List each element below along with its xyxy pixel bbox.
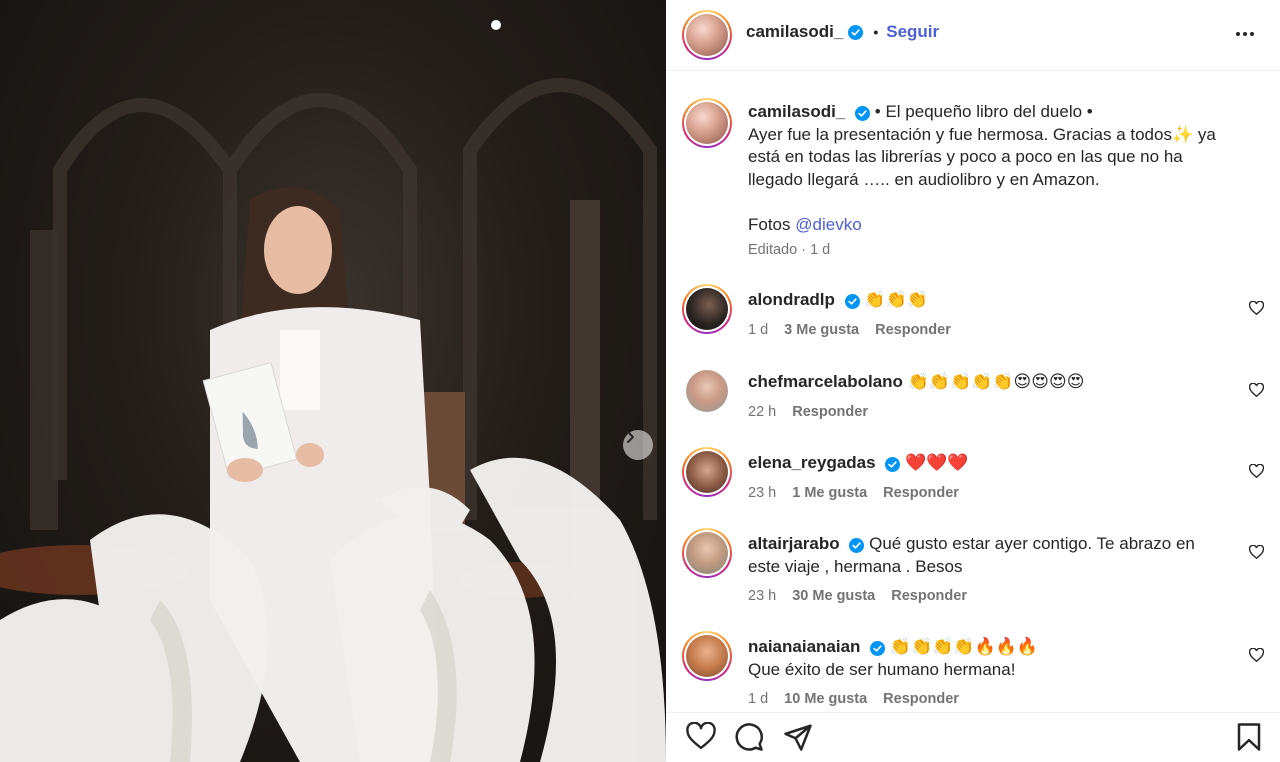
reply-button[interactable]: Responder: [891, 588, 967, 604]
separator-dot: •: [873, 24, 879, 40]
caption-body: Ayer fue la presentación y fue hermosa. …: [748, 124, 1216, 189]
comment-avatar[interactable]: [682, 284, 732, 334]
post-photo-artwork: [0, 20, 666, 762]
comment-text: alondradlp 👏👏👏: [748, 289, 1228, 312]
comment-avatar[interactable]: [682, 447, 732, 497]
comment-likes-count[interactable]: 1 Me gusta: [792, 485, 867, 501]
caption-username[interactable]: camilasodi_: [748, 102, 845, 121]
verified-badge-icon: [849, 537, 865, 554]
reply-button[interactable]: Responder: [792, 404, 868, 420]
comment-avatar[interactable]: [682, 631, 732, 681]
comment-likes-count[interactable]: 30 Me gusta: [792, 588, 875, 604]
comment-username[interactable]: alondradlp: [748, 290, 835, 309]
comment-body: 👏👏👏👏👏😍😍😍😍: [907, 372, 1085, 391]
author-avatar[interactable]: [682, 10, 732, 60]
next-photo-button[interactable]: [623, 430, 653, 460]
verified-badge-icon: [870, 640, 886, 657]
reply-button[interactable]: Responder: [883, 485, 959, 501]
comment-time: 23 h: [748, 485, 777, 501]
comment-meta: 23 h 30 Me gusta Responder: [748, 588, 967, 604]
bookmark-icon[interactable]: [1236, 722, 1262, 757]
comment-username[interactable]: altairjarabo: [748, 534, 840, 553]
reply-button[interactable]: Responder: [875, 322, 951, 338]
comment-body: ❤️❤️❤️: [905, 453, 969, 472]
comment-meta: 22 h Responder: [748, 404, 868, 420]
verified-badge-icon: [848, 24, 864, 40]
verified-badge-icon: [885, 456, 901, 473]
heart-icon[interactable]: [686, 721, 716, 755]
like-comment-heart-icon[interactable]: [1248, 300, 1265, 320]
comment-meta: 23 h 1 Me gusta Responder: [748, 485, 959, 501]
reply-button[interactable]: Responder: [883, 691, 959, 707]
caption-author-avatar[interactable]: [682, 98, 732, 148]
comment-likes-count[interactable]: 10 Me gusta: [784, 691, 867, 707]
photographer-mention-link[interactable]: @dievko: [795, 215, 861, 234]
comment-bubble-icon[interactable]: [734, 722, 764, 757]
comment-likes-count[interactable]: 3 Me gusta: [784, 322, 859, 338]
comment-username[interactable]: naianaianaian: [748, 637, 860, 656]
comment-time: 1 d: [748, 691, 769, 707]
comment-text: elena_reygadas ❤️❤️❤️: [748, 452, 1228, 475]
like-comment-heart-icon[interactable]: [1248, 382, 1265, 402]
comment-body: 👏👏👏👏🔥🔥🔥: [889, 637, 1039, 656]
caption-text: camilasodi_ • El pequeño libro del duelo…: [748, 101, 1228, 236]
comment-time: 23 h: [748, 588, 777, 604]
comments-scroll-area[interactable]: camilasodi_ • El pequeño libro del duelo…: [666, 72, 1280, 712]
verified-badge-icon: [844, 293, 860, 310]
post-photo: [0, 0, 666, 762]
post-actions-bar: [666, 712, 1280, 762]
edited-timestamp: Editado · 1 d: [748, 242, 831, 258]
post-header: camilasodi_ • Seguir: [666, 0, 1280, 71]
caption-title: • El pequeño libro del duelo •: [874, 102, 1093, 121]
comment-text: chefmarcelabolano 👏👏👏👏👏😍😍😍😍: [748, 371, 1228, 394]
comment-time: 22 h: [748, 404, 777, 420]
follow-button[interactable]: Seguir: [886, 22, 939, 42]
photos-label: Fotos: [748, 214, 791, 234]
comment-username[interactable]: chefmarcelabolano: [748, 372, 903, 391]
comment-text: altairjarabo Qué gusto estar ayer contig…: [748, 533, 1228, 578]
caption-meta: Editado · 1 d: [748, 242, 830, 258]
author-username[interactable]: camilasodi_: [746, 22, 843, 42]
comment-meta: 1 d 3 Me gusta Responder: [748, 322, 951, 338]
comment-avatar[interactable]: [682, 366, 732, 416]
like-comment-heart-icon[interactable]: [1248, 544, 1265, 564]
paper-plane-icon[interactable]: [783, 722, 813, 757]
like-comment-heart-icon[interactable]: [1248, 463, 1265, 483]
post-details-panel: camilasodi_ • Seguir camilasodi_ • El pe…: [666, 0, 1280, 762]
comment-text: naianaianaian 👏👏👏👏🔥🔥🔥 Que éxito de ser h…: [748, 636, 1228, 681]
like-comment-heart-icon[interactable]: [1248, 647, 1265, 667]
more-options-icon[interactable]: [1234, 23, 1256, 50]
comment-username[interactable]: elena_reygadas: [748, 453, 876, 472]
verified-badge-icon: [855, 105, 871, 122]
comment-body: 👏👏👏: [864, 290, 928, 309]
comment-meta: 1 d 10 Me gusta Responder: [748, 691, 959, 707]
comment-body-line2: Que éxito de ser humano hermana!: [748, 659, 1016, 679]
comment-avatar[interactable]: [682, 528, 732, 578]
comment-time: 1 d: [748, 322, 769, 338]
